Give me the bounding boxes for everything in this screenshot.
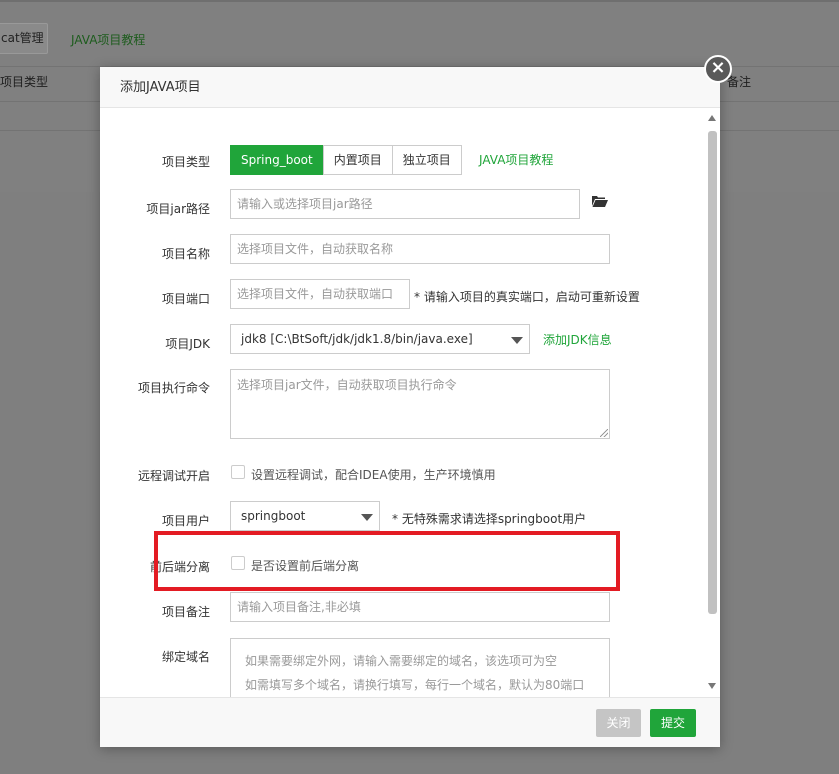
bind-domain-label: 绑定域名 (161, 650, 210, 664)
chevron-down-icon (511, 337, 523, 344)
jar-path-input[interactable]: 请输入或选择项目jar路径 (230, 189, 580, 219)
project-name-input[interactable]: 选择项目文件，自动获取名称 (230, 234, 610, 264)
tomcat-manage-button[interactable]: cat管理 (0, 23, 48, 54)
folder-open-icon[interactable] (592, 195, 608, 207)
background-tutorial-link[interactable]: JAVA项目教程 (71, 31, 145, 48)
dialog-footer: 关闭 提交 (100, 697, 720, 747)
background-col-note: 备注 (727, 75, 752, 89)
close-icon[interactable]: × (704, 55, 732, 83)
scrollbar-thumb[interactable] (708, 131, 717, 614)
project-type-tabs: Spring_boot 内置项目 独立项目 (230, 145, 462, 175)
remote-debug-label: 远程调试开启 (137, 469, 210, 483)
remote-debug-checkbox-label: 设置远程调试，配合IDEA使用，生产环境慎用 (251, 468, 496, 482)
tab-standalone-project[interactable]: 独立项目 (391, 145, 462, 175)
add-java-project-dialog: 添加JAVA项目 项目类型 Spring_boot 内置项目 独立项目 JAVA… (100, 67, 720, 747)
scroll-up-icon[interactable] (708, 115, 716, 121)
exec-command-textarea[interactable]: 选择项目jar文件，自动获取项目执行命令 (230, 369, 610, 439)
project-user-value: springboot (241, 509, 306, 523)
submit-button[interactable]: 提交 (650, 709, 696, 737)
project-port-label: 项目端口 (161, 292, 210, 306)
project-user-hint: * 无特殊需求请选择springboot用户 (392, 512, 587, 526)
remote-debug-checkbox[interactable] (231, 465, 245, 479)
project-port-input[interactable]: 选择项目文件，自动获取端口 (230, 279, 410, 309)
project-jdk-select[interactable]: jdk8 [C:\BtSoft/jdk/jdk1.8/bin/java.exe] (230, 324, 530, 354)
java-tutorial-link[interactable]: JAVA项目教程 (479, 151, 553, 168)
project-user-select[interactable]: springboot (230, 501, 380, 531)
add-jdk-link[interactable]: 添加JDK信息 (543, 331, 612, 348)
bind-domain-placeholder-line1: 如果需要绑定外网，请输入需要绑定的域名，该选项可为空 (245, 654, 558, 668)
bind-domain-textarea[interactable]: 如果需要绑定外网，请输入需要绑定的域名，该选项可为空 如需填写多个域名，请换行填… (230, 638, 610, 697)
dialog-title: 添加JAVA项目 (100, 67, 720, 108)
project-type-label: 项目类型 (161, 155, 210, 169)
close-button[interactable]: 关闭 (596, 709, 641, 737)
project-note-input[interactable]: 请输入项目备注,非必填 (230, 592, 610, 622)
exec-command-placeholder: 选择项目jar文件，自动获取项目执行命令 (237, 378, 457, 392)
project-user-highlight-box (154, 531, 620, 591)
tab-builtin-project[interactable]: 内置项目 (322, 145, 393, 175)
chevron-down-icon (361, 514, 373, 521)
project-jdk-value: jdk8 [C:\BtSoft/jdk/jdk1.8/bin/java.exe] (241, 332, 473, 346)
project-user-label: 项目用户 (161, 514, 210, 528)
tab-spring-boot[interactable]: Spring_boot (230, 145, 324, 175)
project-name-label: 项目名称 (161, 247, 210, 261)
project-jdk-label: 项目JDK (165, 337, 210, 351)
exec-command-label: 项目执行命令 (137, 381, 210, 395)
scroll-down-icon[interactable] (708, 683, 716, 689)
project-note-label: 项目备注 (161, 605, 210, 619)
project-port-hint: * 请输入项目的真实端口，启动可重新设置 (414, 290, 640, 304)
jar-path-label: 项目jar路径 (146, 202, 210, 216)
resize-handle-icon[interactable] (600, 429, 608, 437)
background-col-type: 项目类型 (0, 75, 49, 89)
dialog-body: 项目类型 Spring_boot 内置项目 独立项目 JAVA项目教程 项目ja… (100, 109, 720, 697)
bind-domain-placeholder-line2: 如需填写多个域名，请换行填写，每行一个域名，默认为80端口 (245, 678, 585, 692)
